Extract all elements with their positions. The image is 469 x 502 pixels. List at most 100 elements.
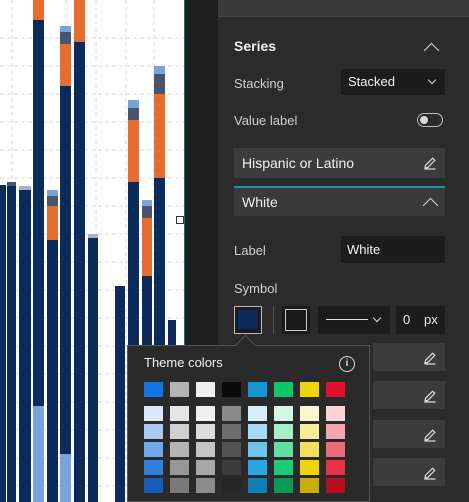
- shade-color-swatch[interactable]: [144, 478, 163, 493]
- shade-color-swatch[interactable]: [222, 442, 241, 457]
- shade-color-swatch[interactable]: [274, 460, 293, 475]
- bar-segment[interactable]: [60, 32, 71, 44]
- bar-segment[interactable]: [7, 182, 16, 186]
- pencil-icon[interactable]: [423, 389, 437, 403]
- bar-segment[interactable]: [0, 185, 6, 502]
- bar-segment[interactable]: [88, 234, 98, 238]
- shade-color-swatch[interactable]: [326, 478, 345, 493]
- shade-color-swatch[interactable]: [144, 406, 163, 421]
- shade-color-swatch[interactable]: [196, 478, 215, 493]
- shade-color-swatch[interactable]: [248, 442, 267, 457]
- shade-color-swatch[interactable]: [248, 478, 267, 493]
- shade-color-swatch[interactable]: [248, 460, 267, 475]
- stacking-select[interactable]: Stacked: [341, 69, 445, 95]
- shade-color-swatch[interactable]: [196, 424, 215, 439]
- chevron-up-icon[interactable]: [422, 197, 439, 214]
- theme-color-swatch[interactable]: [274, 382, 293, 397]
- shade-color-swatch[interactable]: [196, 460, 215, 475]
- series-item-collapsed[interactable]: [373, 420, 445, 448]
- shade-color-swatch[interactable]: [326, 460, 345, 475]
- bar-segment[interactable]: [142, 218, 152, 276]
- bar-segment[interactable]: [47, 206, 58, 240]
- bar-segment[interactable]: [115, 286, 125, 502]
- shade-color-swatch[interactable]: [326, 406, 345, 421]
- value-label-toggle[interactable]: [417, 113, 443, 127]
- pencil-icon[interactable]: [423, 466, 437, 480]
- bar-segment[interactable]: [128, 108, 139, 120]
- bar-segment[interactable]: [33, 20, 44, 406]
- shade-color-swatch[interactable]: [300, 442, 319, 457]
- shade-color-swatch[interactable]: [274, 478, 293, 493]
- bar-segment[interactable]: [154, 74, 165, 94]
- pencil-icon[interactable]: [423, 351, 437, 365]
- shade-color-swatch[interactable]: [300, 460, 319, 475]
- shade-color-swatch[interactable]: [222, 424, 241, 439]
- pencil-icon[interactable]: [423, 428, 437, 442]
- shade-color-swatch[interactable]: [326, 442, 345, 457]
- shade-color-swatch[interactable]: [170, 424, 189, 439]
- shade-color-swatch[interactable]: [170, 442, 189, 457]
- shade-color-swatch[interactable]: [300, 424, 319, 439]
- bar-segment[interactable]: [19, 186, 31, 190]
- bar-segment[interactable]: [33, 0, 44, 20]
- theme-color-swatch[interactable]: [144, 382, 163, 397]
- bar-segment[interactable]: [7, 186, 16, 502]
- shade-color-swatch[interactable]: [144, 442, 163, 457]
- theme-color-swatch[interactable]: [300, 382, 319, 397]
- selection-handle[interactable]: [176, 216, 184, 224]
- theme-color-swatch[interactable]: [170, 382, 189, 397]
- bar-segment[interactable]: [154, 66, 165, 74]
- bar-segment[interactable]: [60, 44, 71, 86]
- shade-color-swatch[interactable]: [222, 406, 241, 421]
- bar-segment[interactable]: [74, 42, 85, 502]
- line-style-select[interactable]: [318, 306, 390, 334]
- shade-color-swatch[interactable]: [300, 478, 319, 493]
- theme-color-swatch[interactable]: [326, 382, 345, 397]
- line-width-field[interactable]: 0 px: [396, 306, 445, 334]
- shade-color-swatch[interactable]: [170, 478, 189, 493]
- collapse-series-chevron-icon[interactable]: [423, 42, 440, 59]
- bar-segment[interactable]: [33, 406, 44, 502]
- series-item-hispanic-or-latino[interactable]: Hispanic or Latino: [234, 148, 445, 178]
- series-item-collapsed[interactable]: [373, 381, 445, 409]
- shade-color-swatch[interactable]: [300, 406, 319, 421]
- bar-segment[interactable]: [47, 190, 58, 196]
- bar-segment[interactable]: [60, 86, 71, 454]
- shade-color-swatch[interactable]: [196, 406, 215, 421]
- series-item-collapsed[interactable]: [373, 343, 445, 371]
- bar-segment[interactable]: [60, 26, 71, 32]
- shade-color-swatch[interactable]: [248, 406, 267, 421]
- shade-color-swatch[interactable]: [170, 460, 189, 475]
- shade-color-swatch[interactable]: [222, 478, 241, 493]
- label-input[interactable]: White: [341, 236, 445, 263]
- shade-color-swatch[interactable]: [274, 406, 293, 421]
- series-item-white[interactable]: White: [234, 186, 445, 216]
- shade-color-swatch[interactable]: [274, 424, 293, 439]
- theme-color-swatch[interactable]: [222, 382, 241, 397]
- bar-segment[interactable]: [142, 206, 152, 218]
- series-item-collapsed[interactable]: [373, 458, 445, 486]
- bar-segment[interactable]: [47, 196, 58, 206]
- info-icon[interactable]: i: [339, 356, 355, 372]
- shade-color-swatch[interactable]: [170, 406, 189, 421]
- shade-color-swatch[interactable]: [144, 460, 163, 475]
- bar-segment[interactable]: [19, 190, 31, 502]
- bar-segment[interactable]: [128, 120, 139, 182]
- bar-segment[interactable]: [128, 100, 139, 108]
- bar-segment[interactable]: [142, 200, 152, 206]
- shade-color-swatch[interactable]: [274, 442, 293, 457]
- bar-segment[interactable]: [74, 0, 85, 42]
- theme-color-swatch[interactable]: [248, 382, 267, 397]
- theme-color-swatch[interactable]: [196, 382, 215, 397]
- bar-segment[interactable]: [60, 454, 71, 502]
- shade-color-swatch[interactable]: [326, 424, 345, 439]
- shade-color-swatch[interactable]: [144, 424, 163, 439]
- shade-color-swatch[interactable]: [248, 424, 267, 439]
- symbol-fill-color-button[interactable]: [234, 306, 262, 334]
- symbol-outline-color-button[interactable]: [282, 306, 310, 334]
- bar-segment[interactable]: [154, 94, 165, 178]
- bar-segment[interactable]: [88, 238, 98, 502]
- bar-segment[interactable]: [47, 240, 58, 502]
- shade-color-swatch[interactable]: [196, 442, 215, 457]
- shade-color-swatch[interactable]: [222, 460, 241, 475]
